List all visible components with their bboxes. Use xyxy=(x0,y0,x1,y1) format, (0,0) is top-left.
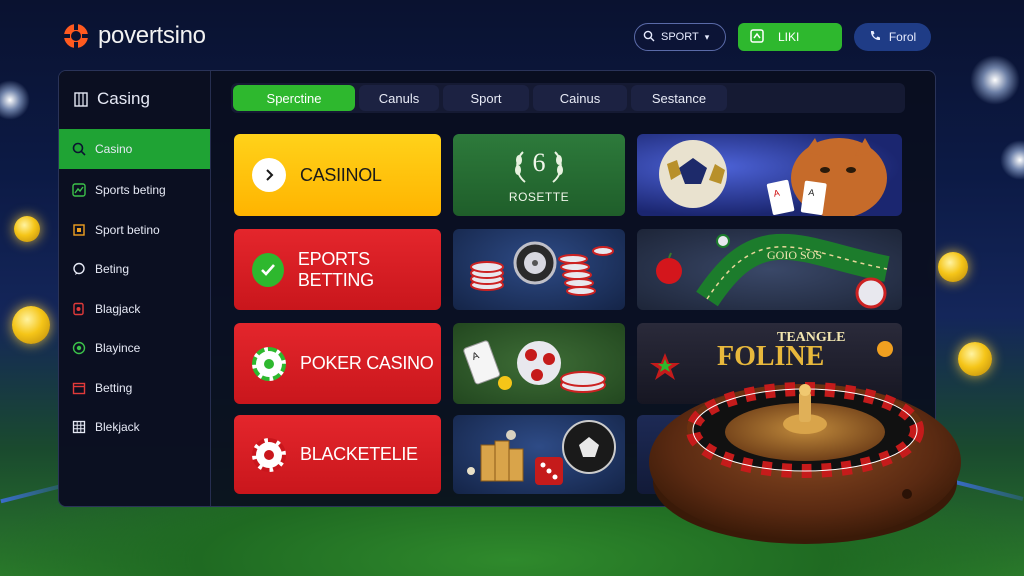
tab-sestance[interactable]: Sestance xyxy=(631,85,727,111)
stadium-light xyxy=(970,55,1020,105)
stats-icon xyxy=(71,182,87,198)
roulette-tile[interactable]: 6 ROSETTE xyxy=(453,134,625,216)
calendar-icon xyxy=(71,380,87,396)
sidebar-item-label: Beting xyxy=(95,262,130,277)
sidebar-title: Casing xyxy=(97,89,150,108)
sidebar-item-beting[interactable]: Beting xyxy=(59,250,210,290)
sidebar-item-blayince[interactable]: Blayince xyxy=(59,329,210,369)
dice-soccer-tile[interactable] xyxy=(453,415,625,494)
like-button-label: LIKI xyxy=(778,30,800,44)
sidebar-item-label: Betting xyxy=(95,380,133,395)
category-poker-casino-card[interactable]: POKER CASINO xyxy=(234,323,441,404)
sidebar-item-label: Blagjack xyxy=(95,301,141,316)
sidebar-item-blagjack[interactable]: Blagjack xyxy=(59,289,210,329)
search-icon xyxy=(71,141,87,157)
sidebar-item-blekjack[interactable]: Blekjack xyxy=(59,408,210,448)
soccer-cat-image: A A xyxy=(659,138,887,216)
roulette-label: ROSETTE xyxy=(508,190,570,204)
tab-sport[interactable]: Sport xyxy=(443,85,529,111)
home-icon xyxy=(750,28,764,46)
check-icon xyxy=(252,252,284,287)
dice-soccer-image xyxy=(467,420,616,485)
category-blacketelie-card[interactable]: BLACKETELIE xyxy=(234,415,441,494)
slots-board-image: GOIO SOS xyxy=(656,233,890,309)
chevron-right-icon xyxy=(252,158,286,192)
slots-board-tile[interactable]: GOIO SOS xyxy=(637,229,902,310)
cards-dice-image: A xyxy=(463,340,606,393)
sidebar-item-sport-betino[interactable]: Sport betino xyxy=(59,210,210,250)
forol-button-label: Forol xyxy=(888,30,917,44)
category-label: BLACKETELIE xyxy=(300,444,418,464)
sidebar: Casing Casino Sports beting Sport betino… xyxy=(59,71,211,506)
cards-icon xyxy=(71,301,87,317)
category-label: CASIINOL xyxy=(300,164,382,185)
sidebar-item-casino[interactable]: Casino xyxy=(59,129,210,169)
search-icon xyxy=(643,30,655,45)
tab-canuls[interactable]: Canuls xyxy=(359,85,439,111)
category-tabs: Sperctine Canuls Sport Cainus Sestance xyxy=(231,83,905,113)
chip-icon xyxy=(71,340,87,356)
sidebar-item-label: Sport betino xyxy=(95,222,160,237)
poker-chip-icon xyxy=(252,437,286,472)
sidebar-item-betting[interactable]: Betting xyxy=(59,368,210,408)
chips-roulette-tile[interactable] xyxy=(453,229,625,310)
ticket-icon xyxy=(71,222,87,238)
soccer-cat-tile[interactable]: A A xyxy=(637,134,902,216)
stadium-light xyxy=(0,80,30,120)
building-icon xyxy=(73,91,89,107)
category-label: POKER CASINO xyxy=(300,353,434,373)
roulette-number: 6 xyxy=(532,148,546,177)
cards-dice-tile[interactable]: A xyxy=(453,323,625,404)
coin-icon xyxy=(938,252,968,282)
brand-logo[interactable]: povertsino xyxy=(62,22,206,50)
stadium-light xyxy=(1000,140,1024,180)
chat-icon xyxy=(71,261,87,277)
like-button[interactable]: LIKI xyxy=(738,23,842,51)
tab-sperctine[interactable]: Sperctine xyxy=(233,85,355,111)
tab-cainus[interactable]: Cainus xyxy=(533,85,627,111)
slot-words: GOIO SOS xyxy=(767,248,822,262)
sidebar-item-label: Sports beting xyxy=(95,183,166,198)
poker-chip-icon xyxy=(252,346,286,381)
fortune-title: TEANGLE xyxy=(777,330,845,345)
roulette-wheel-image xyxy=(649,382,961,544)
chevron-down-icon: ▾ xyxy=(704,31,710,42)
phone-icon xyxy=(869,30,881,45)
category-eports-betting-card[interactable]: EPORTS BETTING xyxy=(234,229,441,310)
sidebar-item-sports-beting[interactable]: Sports beting xyxy=(59,171,210,211)
category-casino-card[interactable]: CASIINOL xyxy=(234,134,441,216)
grid-icon xyxy=(71,419,87,435)
sport-search-dropdown[interactable]: SPORT ▾ xyxy=(634,23,726,51)
coin-icon xyxy=(12,306,50,344)
roulette-chips-image xyxy=(470,241,614,296)
brand-name: povertsino xyxy=(98,22,206,49)
forol-button[interactable]: Forol xyxy=(854,23,931,51)
sidebar-header: Casing xyxy=(59,71,210,127)
sidebar-item-label: Blayince xyxy=(95,341,141,356)
coin-icon xyxy=(14,216,40,242)
sidebar-item-label: Blekjack xyxy=(95,420,140,435)
logo-icon xyxy=(62,22,90,50)
field-line xyxy=(0,484,60,504)
category-label: EPORTS BETTING xyxy=(297,248,374,290)
sport-search-label: SPORT xyxy=(661,31,699,43)
sidebar-item-label: Casino xyxy=(95,141,133,156)
